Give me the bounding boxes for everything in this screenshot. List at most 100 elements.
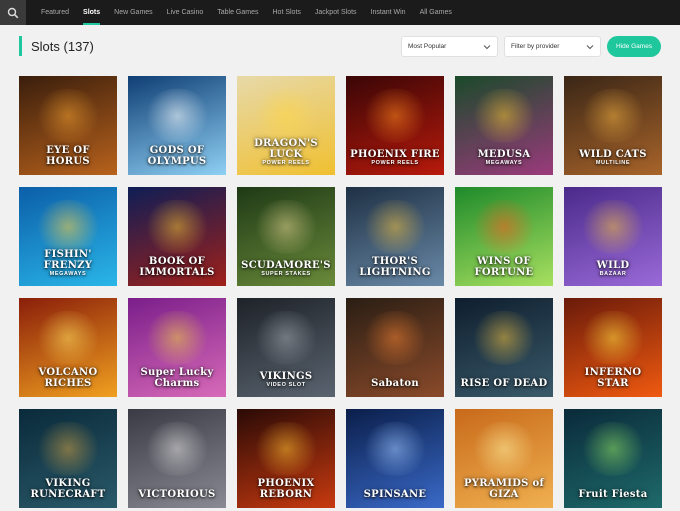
game-title: VIKING RUNECRAFT <box>23 478 113 500</box>
game-title: SCUDAMORE'S SUPER STAKES <box>241 259 331 278</box>
game-title: RISE OF DEAD <box>459 377 549 390</box>
game-tile[interactable]: DRAGON'S LUCK POWER REELS <box>237 76 335 175</box>
game-title-text: VICTORIOUS <box>138 488 216 500</box>
game-art-glow <box>469 199 539 254</box>
sort-select[interactable]: Most Popular <box>401 35 498 57</box>
page-header: Slots (137) Most Popular Filter by provi… <box>19 35 661 57</box>
game-tile[interactable]: THOR'S LIGHTNING <box>346 187 444 286</box>
provider-filter-select[interactable]: Filter by provider <box>504 35 601 57</box>
game-art-glow <box>578 88 648 143</box>
game-art-glow <box>142 421 212 476</box>
top-navigation-bar: Featured Slots New Games Live Casino Table G… <box>0 0 680 25</box>
game-tile[interactable]: RISE OF DEAD <box>455 298 553 397</box>
nav-item-slots[interactable]: Slots <box>76 0 107 25</box>
search-button[interactable] <box>0 0 26 25</box>
game-subtitle: MULTILINE <box>595 160 631 167</box>
game-title-text: VIKING RUNECRAFT <box>30 478 106 500</box>
game-title: PHOENIX FIRE POWER REELS <box>350 149 440 167</box>
game-title-text: GODS OF OLYMPUS <box>147 145 207 167</box>
game-tile[interactable]: MEDUSA MEGAWAYS <box>455 76 553 175</box>
game-art-glow <box>360 310 430 365</box>
chevron-down-icon <box>483 44 491 49</box>
game-art-glow <box>33 421 103 476</box>
game-title-text: SCUDAMORE'S <box>241 259 331 271</box>
game-tile[interactable]: WINS OF FORTUNE <box>455 187 553 286</box>
nav-item-jackpot-slots[interactable]: Jackpot Slots <box>308 0 364 25</box>
game-tile[interactable]: SPINSANE <box>346 409 444 508</box>
nav-item-live-casino[interactable]: Live Casino <box>160 0 211 25</box>
sort-select-value: Most Popular <box>408 42 447 50</box>
page-title: Slots (137) <box>31 38 94 54</box>
game-tile[interactable]: WILD BAZAAR <box>564 187 662 286</box>
game-title-text: WINS OF FORTUNE <box>474 256 534 278</box>
game-title-text: Fruit Fiesta <box>578 488 648 500</box>
game-title-text: Super Lucky Charms <box>140 367 214 389</box>
games-grid: EYE OF HORUS GODS OF OLYMPUS DRAGON'S LUCK… <box>19 76 662 508</box>
game-tile[interactable]: VIKING RUNECRAFT <box>19 409 117 508</box>
game-art-glow <box>142 310 212 365</box>
game-tile[interactable]: INFERNO STAR <box>564 298 662 397</box>
game-title-text: WILD <box>596 259 630 271</box>
game-title-text: WILD CATS <box>579 148 647 160</box>
game-title-text: DRAGON'S LUCK <box>254 138 318 160</box>
game-subtitle: MEGAWAYS <box>485 160 523 167</box>
game-title: WILD CATS MULTILINE <box>568 148 658 167</box>
game-tile[interactable]: BOOK OF IMMORTALS <box>128 187 226 286</box>
game-subtitle: POWER REELS <box>262 160 310 167</box>
game-title-text: PYRAMIDS of GIZA <box>463 478 545 500</box>
game-title-text: Sabaton <box>371 377 419 389</box>
game-tile[interactable]: WILD CATS MULTILINE <box>564 76 662 175</box>
game-title: VOLCANO RICHES <box>23 367 113 389</box>
header-controls: Most Popular Filter by provider Hide Gam… <box>401 35 661 57</box>
game-title: THOR'S LIGHTNING <box>350 256 440 278</box>
game-tile[interactable]: VICTORIOUS <box>128 409 226 508</box>
game-tile[interactable]: FISHIN' FRENZY MEGAWAYS <box>19 187 117 286</box>
game-tile[interactable]: EYE OF HORUS <box>19 76 117 175</box>
game-title: PHOENIX REBORN <box>241 478 331 500</box>
game-tile[interactable]: SCUDAMORE'S SUPER STAKES <box>237 187 335 286</box>
game-title-text: MEDUSA <box>477 148 531 160</box>
game-subtitle: BAZAAR <box>599 271 627 278</box>
game-title: VIKINGS VIDEO SLOT <box>241 371 331 389</box>
game-title-text: THOR'S LIGHTNING <box>359 256 431 278</box>
title-accent-bar <box>19 36 22 56</box>
game-art-glow <box>251 310 321 365</box>
game-tile[interactable]: GODS OF OLYMPUS <box>128 76 226 175</box>
game-art-glow <box>578 310 648 365</box>
game-art-glow <box>469 421 539 476</box>
game-title: WILD BAZAAR <box>568 259 658 278</box>
game-tile[interactable]: Sabaton <box>346 298 444 397</box>
game-art-glow <box>33 88 103 143</box>
nav-item-table-games[interactable]: Table Games <box>210 0 265 25</box>
nav-item-all-games[interactable]: All Games <box>413 0 459 25</box>
hide-games-button[interactable]: Hide Games <box>607 35 661 57</box>
game-title-text: PHOENIX REBORN <box>257 478 315 500</box>
game-title: EYE OF HORUS <box>23 145 113 167</box>
nav-item-featured[interactable]: Featured <box>34 0 76 25</box>
game-tile[interactable]: PHOENIX FIRE POWER REELS <box>346 76 444 175</box>
game-tile[interactable]: Super Lucky Charms <box>128 298 226 397</box>
game-title-text: RISE OF DEAD <box>460 377 548 389</box>
search-icon <box>7 7 19 18</box>
game-title: Fruit Fiesta <box>568 488 658 501</box>
game-title: PYRAMIDS of GIZA <box>459 478 549 500</box>
game-tile[interactable]: PHOENIX REBORN <box>237 409 335 508</box>
game-subtitle: VIDEO SLOT <box>266 382 306 389</box>
nav-item-instant-win[interactable]: Instant Win <box>364 0 413 25</box>
game-art-glow <box>142 88 212 143</box>
game-title: SPINSANE <box>350 488 440 501</box>
game-title: GODS OF OLYMPUS <box>132 145 222 167</box>
game-tile[interactable]: VOLCANO RICHES <box>19 298 117 397</box>
game-title-text: VOLCANO RICHES <box>38 367 98 389</box>
game-tile[interactable]: PYRAMIDS of GIZA <box>455 409 553 508</box>
game-title-text: SPINSANE <box>363 488 427 500</box>
nav-item-hot-slots[interactable]: Hot Slots <box>266 0 308 25</box>
game-art-glow <box>251 88 321 143</box>
game-art-glow <box>578 199 648 254</box>
nav-item-new-games[interactable]: New Games <box>107 0 160 25</box>
game-tile[interactable]: Fruit Fiesta <box>564 409 662 508</box>
game-title: Super Lucky Charms <box>132 367 222 389</box>
game-subtitle: SUPER STAKES <box>261 271 311 278</box>
game-title: WINS OF FORTUNE <box>459 256 549 278</box>
game-tile[interactable]: VIKINGS VIDEO SLOT <box>237 298 335 397</box>
